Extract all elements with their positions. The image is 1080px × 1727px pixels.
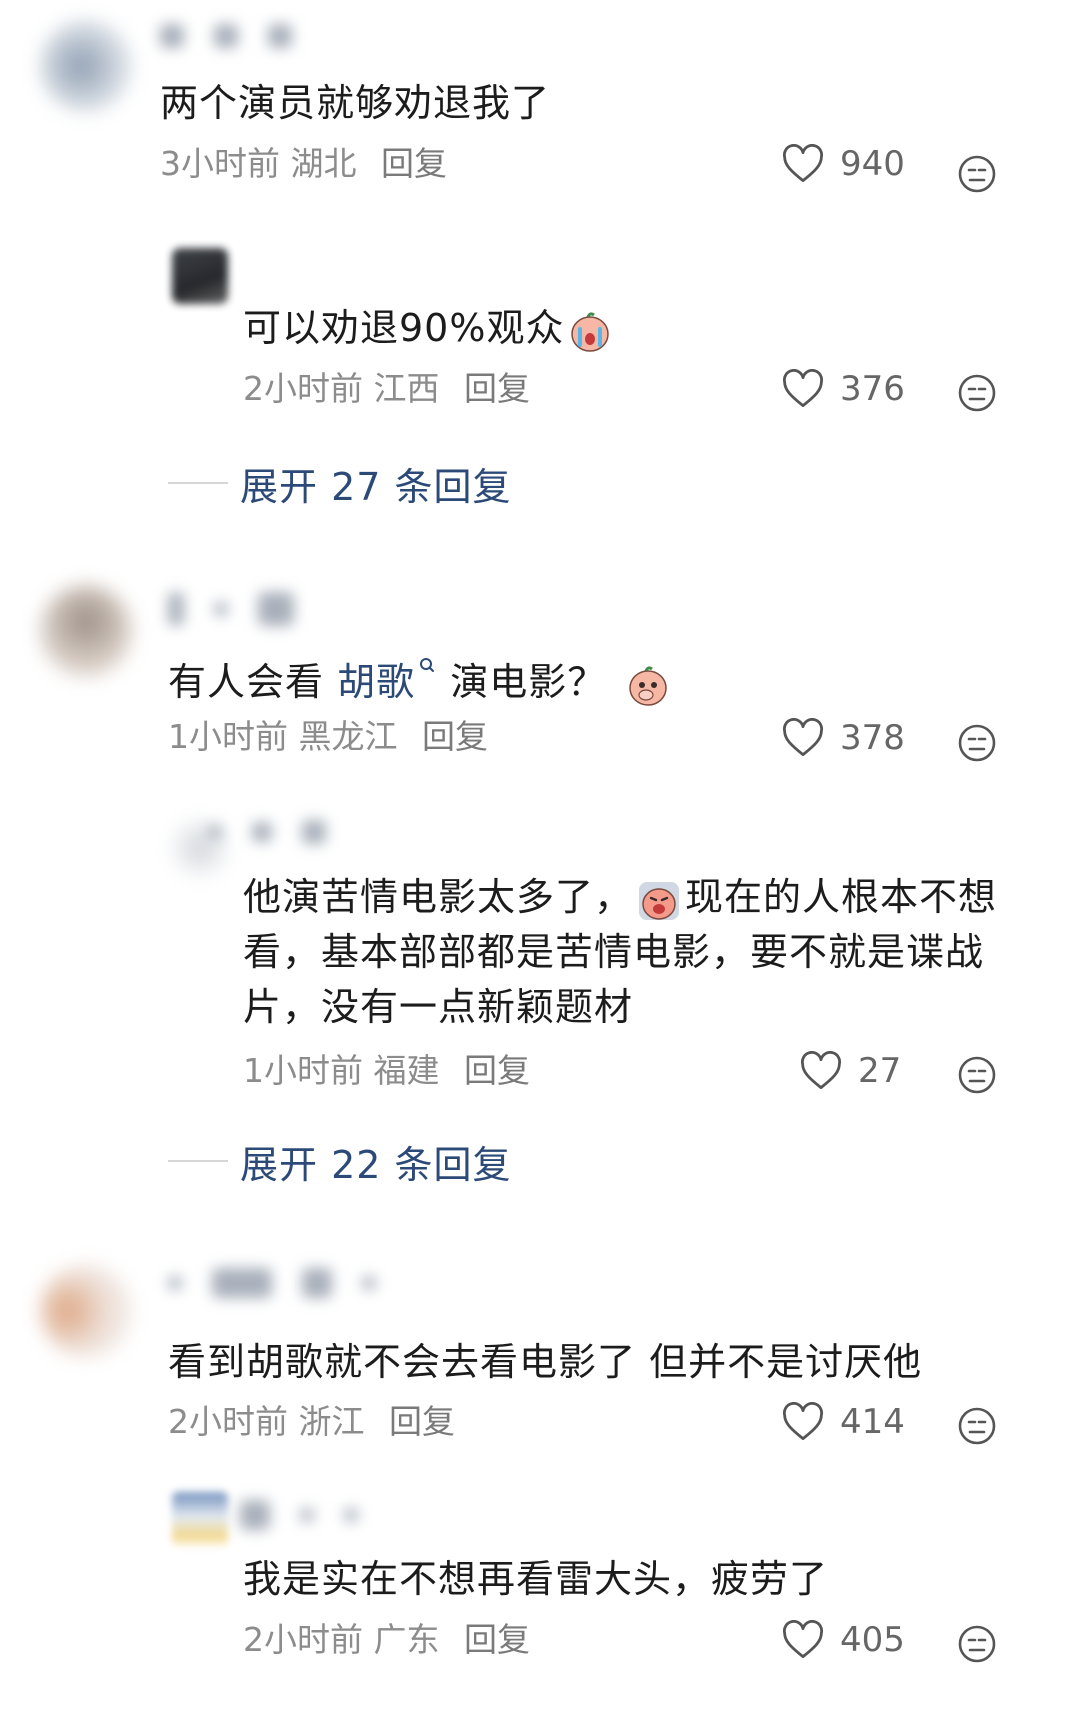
divider <box>168 1160 228 1162</box>
avatar[interactable] <box>40 585 132 677</box>
username[interactable] <box>160 24 322 56</box>
username[interactable] <box>168 592 324 626</box>
comment-location: 浙江 <box>298 1402 365 1441</box>
avatar[interactable] <box>40 20 132 112</box>
dislike-face-icon[interactable] <box>957 1055 997 1095</box>
heart-icon <box>800 1051 842 1090</box>
topic-link[interactable]: 胡歌 <box>337 658 437 704</box>
dislike-face-icon[interactable] <box>957 723 997 763</box>
reply-button[interactable]: 回复 <box>464 1051 530 1090</box>
like-count: 405 <box>840 1620 905 1660</box>
like-button[interactable]: 27 <box>800 1047 901 1095</box>
comment-text: 有人会看 胡歌 演电影？ <box>168 655 674 710</box>
username[interactable] <box>208 820 356 852</box>
comment-text: 两个演员就够劝退我了 <box>160 81 551 125</box>
dislike-face-icon[interactable] <box>957 1406 997 1446</box>
heart-icon <box>782 1620 824 1659</box>
reply-time: 2小时前 <box>243 369 363 408</box>
reply-button[interactable]: 回复 <box>381 144 447 183</box>
comment-time: 2小时前 <box>168 1402 288 1441</box>
username[interactable] <box>168 1268 406 1300</box>
comment-time: 1小时前 <box>168 717 288 756</box>
dislike-face-icon[interactable] <box>957 1624 997 1664</box>
like-count: 940 <box>840 144 905 184</box>
reply-button[interactable]: 回复 <box>464 1620 530 1659</box>
like-count: 378 <box>840 718 905 758</box>
dislike-face-icon[interactable] <box>957 373 997 413</box>
comment-meta: 3小时前 湖北 回复 <box>160 144 447 184</box>
reply-text: 他演苦情电影太多了， 现在的人根本不想看，基本部部都是苦情电影，要不就是谍战片，没… <box>243 875 998 1029</box>
reply-button[interactable]: 回复 <box>389 1402 455 1441</box>
comment-location: 湖北 <box>290 144 357 183</box>
comment-location: 黑龙江 <box>298 717 398 756</box>
expand-replies-label: 展开 22 条回复 <box>240 1142 512 1187</box>
expand-replies-label: 展开 27 条回复 <box>240 464 512 509</box>
like-button[interactable]: 414 <box>782 1398 905 1446</box>
search-icon <box>420 658 435 672</box>
covering-mouth-peach-emoji <box>629 665 667 706</box>
crying-peach-emoji <box>571 311 610 352</box>
comment-meta: 2小时前 浙江 回复 <box>168 1402 455 1442</box>
avatar[interactable] <box>172 248 228 304</box>
comment-text: 看到胡歌就不会去看电影了 但并不是讨厌他 <box>168 1340 923 1384</box>
reply-text: 我是实在不想再看雷大头，疲劳了 <box>243 1557 829 1601</box>
exasperated-peach-emoji <box>639 881 680 920</box>
like-count: 414 <box>840 1402 905 1442</box>
avatar[interactable] <box>172 1492 228 1548</box>
avatar[interactable] <box>40 1265 132 1357</box>
like-button[interactable]: 376 <box>782 365 905 413</box>
dislike-face-icon[interactable] <box>957 154 997 194</box>
like-count: 376 <box>840 369 905 409</box>
reply-time: 2小时前 <box>243 1620 363 1659</box>
reply-meta: 2小时前 江西 回复 <box>243 369 530 409</box>
reply-location: 广东 <box>373 1620 440 1659</box>
comment-meta: 1小时前 黑龙江 回复 <box>168 717 488 757</box>
expand-replies-button[interactable]: 展开 22 条回复 <box>168 1136 512 1187</box>
reply-time: 1小时前 <box>243 1051 363 1090</box>
reply-button[interactable]: 回复 <box>422 717 488 756</box>
heart-icon <box>782 1402 824 1441</box>
divider <box>168 482 228 484</box>
reply-location: 福建 <box>373 1051 440 1090</box>
heart-icon <box>782 369 824 408</box>
reply-meta: 2小时前 广东 回复 <box>243 1620 530 1660</box>
heart-icon <box>782 718 824 757</box>
like-button[interactable]: 405 <box>782 1616 905 1664</box>
reply-location: 江西 <box>373 369 440 408</box>
reply-text: 可以劝退90%观众 <box>243 301 616 356</box>
like-button[interactable]: 940 <box>782 140 905 188</box>
comment-time: 3小时前 <box>160 144 280 183</box>
reply-meta: 1小时前 福建 回复 <box>243 1051 530 1091</box>
like-button[interactable]: 378 <box>782 714 905 762</box>
heart-icon <box>782 144 824 183</box>
username[interactable] <box>240 1500 388 1532</box>
like-count: 27 <box>858 1051 902 1091</box>
expand-replies-button[interactable]: 展开 27 条回复 <box>168 458 512 509</box>
reply-button[interactable]: 回复 <box>464 369 530 408</box>
